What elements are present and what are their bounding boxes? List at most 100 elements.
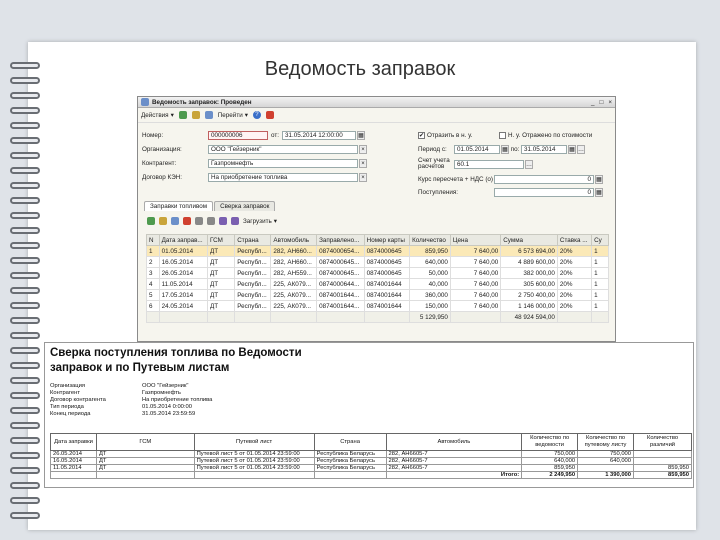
copy-row-icon[interactable] [159,217,167,225]
account-field[interactable]: 60.1 [454,159,524,169]
help-icon[interactable]: ? [252,111,261,119]
period-to-field[interactable]: 31.05.2014 [521,145,567,154]
binding-ring [10,407,40,414]
report-icon[interactable] [265,111,274,119]
load-button[interactable]: Загрузить ▾ [243,218,277,225]
clear-icon[interactable]: × [359,159,367,168]
reflect-uu-checkbox[interactable] [499,132,506,139]
counterparty-label: Контрагент: [142,160,177,167]
clear-icon[interactable]: × [359,145,367,154]
report-cell: Путевой лист 5 от 01.05.2014 23:59:00 [193,457,315,465]
table-cell: 1 [591,289,609,301]
report-total-value: 2 249,950 [521,471,579,479]
table-row[interactable]: 4 11.05.2014 ДТ Республ... 225, АК079... 0874… [146,278,609,290]
binding-ring [10,377,40,384]
table-row[interactable]: 1 01.05.2014 ДТ Республ... 282, АН660... 0874… [146,245,609,257]
binding-ring [10,392,40,399]
table-row[interactable]: 3 26.05.2014 ДТ Республ... 282, АН559... 0874… [146,267,609,279]
calendar-icon[interactable]: ▦ [357,131,365,140]
organization-field[interactable]: ООО "Гейзерник" [208,145,358,154]
reflect-uu-label: Н. у. Отражено по стоимости [508,132,593,139]
receipts-field[interactable]: 0 [494,188,594,197]
report-cell [95,471,195,479]
table-cell: 859,950 [409,245,451,257]
organization-label: Организация: [142,146,182,153]
number-field[interactable]: 000000006 [208,131,268,140]
report-cell: 640,000 [577,457,635,465]
move-down-icon[interactable] [207,217,215,225]
table-cell: 6 [146,300,160,312]
table-cell: ДТ [206,289,236,301]
parameter-name: Тип периода [50,404,84,410]
refresh-icon[interactable] [204,111,213,119]
table-cell: 4 889 600,00 [500,256,558,268]
select-icon[interactable]: … [525,159,533,169]
parameter-value: ООО "Гейзерник" [142,383,189,389]
parameter-value: Газпромнефть [142,390,181,396]
minimize-button[interactable]: _ [591,99,595,106]
report-cell: 16.05.2014 [50,457,97,465]
column-header: Страна [234,234,272,246]
reflect-nu-checkbox[interactable]: ✔ [418,132,425,139]
table-cell: 20% [556,278,593,290]
calculator-icon[interactable]: ▦ [595,188,603,197]
table-cell: 24.05.2014 [158,300,208,312]
table-cell: 7 640,00 [449,267,502,279]
table-cell: 225, АК079... [270,278,318,290]
tab-refill-reconciliation[interactable]: Сверка заправок [214,201,276,211]
date-field[interactable]: 31.05.2014 12:00:00 [282,131,356,140]
parameter-value: 31.05.2014 23:59:59 [142,411,196,417]
save-icon[interactable] [178,111,187,119]
tab-fuel-refills[interactable]: Заправки топливом [144,201,214,211]
table-row[interactable]: 5 17.05.2014 ДТ Республ... 225, АК079... 0874… [146,289,609,301]
report-column-header: Дата заправки [50,433,97,451]
add-row-icon[interactable] [147,217,155,225]
copy-icon[interactable] [191,111,200,119]
table-cell: 1 146 000,00 [500,300,558,312]
move-up-icon[interactable] [195,217,203,225]
table-cell: 26.05.2014 [158,267,208,279]
rate-field[interactable]: 0 [494,175,594,184]
counterparty-field[interactable]: Газпромнефть [208,159,358,168]
edit-row-icon[interactable] [171,217,179,225]
table-cell: ДТ [206,267,236,279]
main-toolbar: Действия ▾ Перейти ▾ ? [138,108,615,123]
table-cell [146,311,160,323]
sort-asc-icon[interactable] [219,217,227,225]
period-label: Период с: [418,146,447,153]
calendar-icon[interactable]: ▦ [568,145,576,154]
table-cell [591,311,609,323]
maximize-button[interactable]: □ [600,99,604,106]
contract-field[interactable]: На приобретение топлива [208,173,358,182]
report-column-header: Количество по путевому листу [577,433,635,451]
period-select-button[interactable]: … [577,145,585,154]
report-parameter: Договор контрагента На приобретение топли… [50,397,212,404]
table-cell: ДТ [206,278,236,290]
period-from-field[interactable]: 01.05.2014 [454,145,500,154]
sort-desc-icon[interactable] [231,217,239,225]
close-button[interactable]: × [608,99,612,106]
goto-menu[interactable]: Перейти ▾ [218,112,248,119]
chevron-down-icon: ▾ [244,111,248,119]
actions-menu[interactable]: Действия ▾ [141,112,174,119]
report-cell: 282, АН6605-7 [385,464,523,472]
table-row[interactable]: 2 16.05.2014 ДТ Республ... 282, АН660... 0874… [146,256,609,268]
report-cell: 750,000 [577,450,635,458]
table-cell: Республ... [234,289,272,301]
report-column-header: Страна [313,433,387,451]
window-title: Ведомость заправок: Проведен [152,98,252,106]
report-parameter: Тип периода 01.05.2014 0:00:00 [50,404,212,411]
calendar-icon[interactable]: ▦ [501,145,509,154]
table-row[interactable]: 6 24.05.2014 ДТ Республ... 225, АК079... 0874… [146,300,609,312]
binding-ring [10,227,40,234]
report-parameter: Организация ООО "Гейзерник" [50,383,212,390]
binding-ring [10,317,40,324]
reflect-nu-label: Отразить в н. у. [427,132,473,139]
calculator-icon[interactable]: ▦ [595,175,603,184]
clear-icon[interactable]: × [359,173,367,182]
report-cell [193,471,315,479]
report-cell: 640,000 [521,457,579,465]
report-table: Дата заправки ГСМ Путевой лист Страна Автомо… [50,433,692,479]
table-cell: Республ... [234,256,272,268]
delete-row-icon[interactable] [183,217,191,225]
